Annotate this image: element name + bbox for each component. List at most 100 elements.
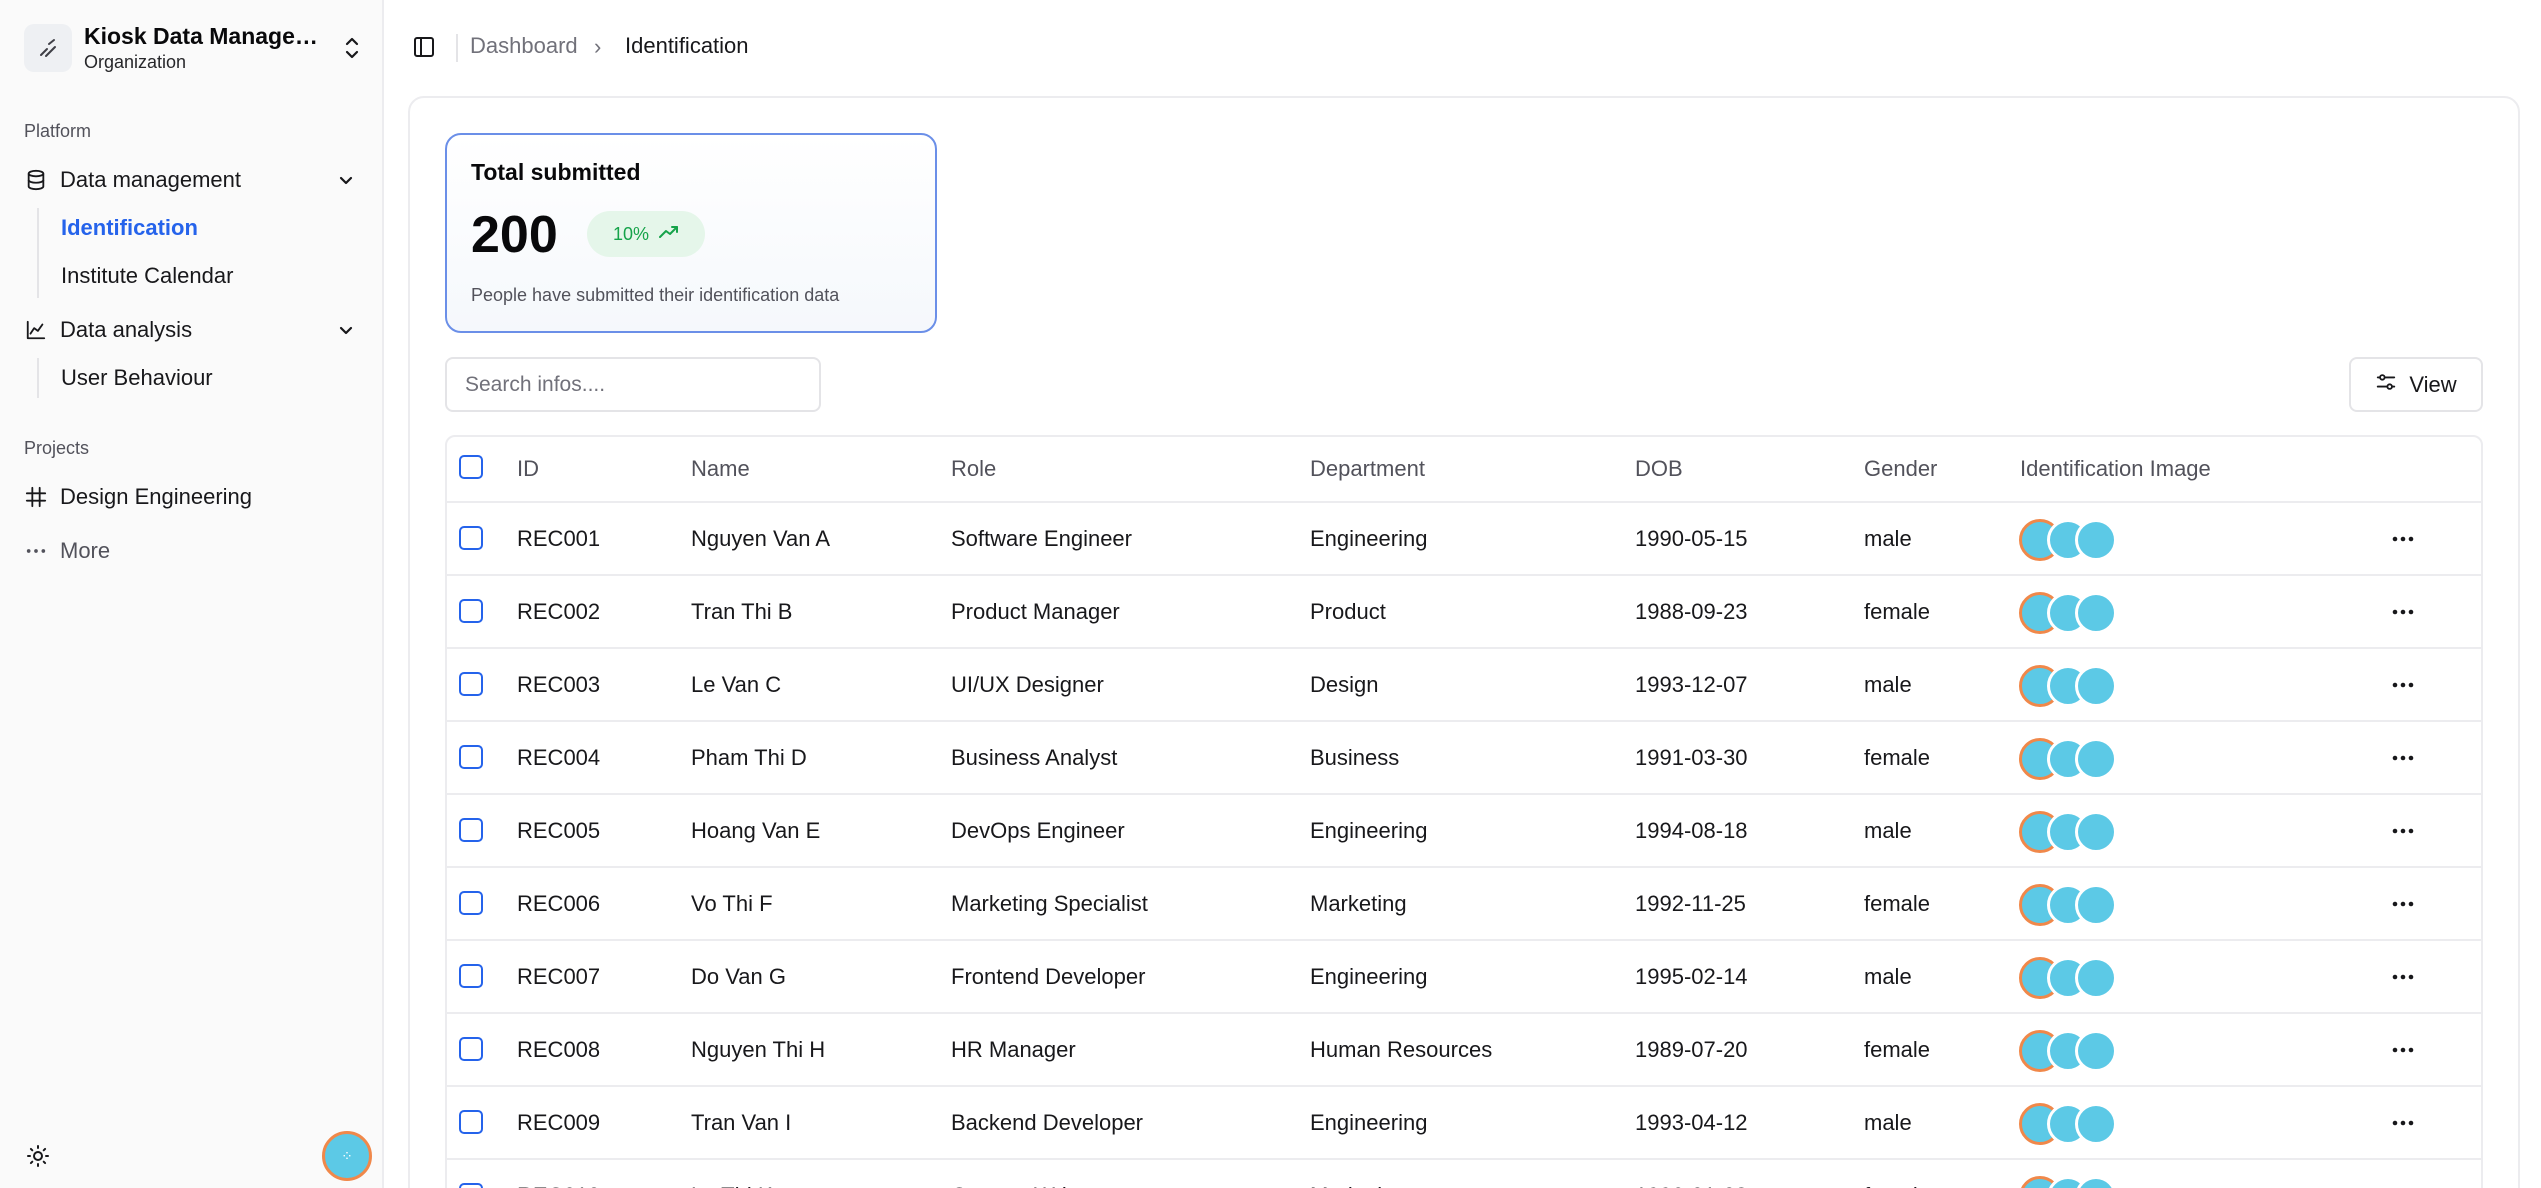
org-switcher[interactable]: Kiosk Data Management Organization bbox=[24, 22, 364, 74]
row-actions-more-icon[interactable] bbox=[2390, 892, 2416, 916]
cell-id: REC010 bbox=[517, 1160, 600, 1188]
identification-image-stack[interactable] bbox=[2019, 811, 2129, 853]
cell-department: Engineering bbox=[1310, 818, 1428, 843]
view-button-label: View bbox=[2409, 371, 2457, 397]
row-actions-more-icon[interactable] bbox=[2390, 819, 2416, 843]
identification-image-stack[interactable] bbox=[2019, 884, 2129, 926]
row-checkbox[interactable] bbox=[459, 1110, 483, 1134]
row-actions-more-icon[interactable] bbox=[2390, 673, 2416, 697]
view-button[interactable]: View bbox=[2349, 357, 2483, 412]
table-row[interactable]: REC010 Le Thi K Content Writer Marketing 199… bbox=[447, 1160, 2481, 1188]
cell-department: Engineering bbox=[1310, 1110, 1428, 1135]
row-checkbox[interactable] bbox=[459, 599, 483, 623]
identification-image-stack[interactable] bbox=[2019, 592, 2129, 634]
identification-image-stack[interactable] bbox=[2019, 519, 2129, 561]
row-actions-more-icon[interactable] bbox=[2390, 1184, 2416, 1188]
row-checkbox[interactable] bbox=[459, 526, 483, 550]
chevron-down-icon bbox=[334, 168, 358, 192]
cell-dob: 1991-03-30 bbox=[1635, 745, 1748, 770]
table-row[interactable]: REC007 Do Van G Frontend Developer Engineer… bbox=[447, 941, 2481, 1014]
column-header-id[interactable]: ID bbox=[517, 437, 539, 501]
table-row[interactable]: REC006 Vo Thi F Marketing Specialist Market… bbox=[447, 868, 2481, 941]
cell-gender: male bbox=[1864, 672, 1912, 697]
row-checkbox[interactable] bbox=[459, 818, 483, 842]
search-input[interactable] bbox=[445, 357, 821, 412]
table-row[interactable]: REC001 Nguyen Van A Software Engineer Engin… bbox=[447, 503, 2481, 576]
cell-department: Human Resources bbox=[1310, 1037, 1493, 1062]
table-row[interactable]: REC004 Pham Thi D Business Analyst Business… bbox=[447, 722, 2481, 795]
row-checkbox[interactable] bbox=[459, 964, 483, 988]
column-header-identification-image: Identification Image bbox=[2020, 456, 2211, 481]
nav-data-management-label: Data management bbox=[60, 167, 241, 192]
sidebar-item-institute-calendar[interactable]: Institute Calendar bbox=[61, 260, 233, 292]
row-checkbox[interactable] bbox=[459, 1037, 483, 1061]
identification-image-stack[interactable] bbox=[2019, 957, 2129, 999]
sun-icon[interactable] bbox=[26, 1144, 52, 1170]
cell-dob: 1989-07-20 bbox=[1635, 1037, 1748, 1062]
group-label-platform: Platform bbox=[24, 121, 92, 141]
cell-id: REC009 bbox=[517, 1110, 601, 1135]
column-header-department[interactable]: Department bbox=[1310, 437, 1425, 501]
cell-role: Marketing Specialist bbox=[951, 891, 1148, 916]
trending-up-icon bbox=[659, 224, 679, 245]
database-icon bbox=[24, 168, 48, 192]
identification-image-stack[interactable] bbox=[2019, 1103, 2129, 1145]
row-actions-more-icon[interactable] bbox=[2390, 1038, 2416, 1062]
row-checkbox[interactable] bbox=[459, 1183, 483, 1188]
cell-role: Content Writer bbox=[951, 1160, 1092, 1188]
table-row[interactable]: REC008 Nguyen Thi H HR Manager Human Resour… bbox=[447, 1014, 2481, 1087]
column-header-dob[interactable]: DOB bbox=[1635, 437, 1683, 501]
nav-data-analysis[interactable]: Data analysis bbox=[24, 310, 364, 350]
identification-image-stack[interactable] bbox=[2019, 738, 2129, 780]
cell-name: Pham Thi D bbox=[691, 745, 807, 770]
cell-role: DevOps Engineer bbox=[951, 818, 1125, 843]
row-actions-more-icon[interactable] bbox=[2390, 527, 2416, 551]
nav-data-management[interactable]: Data management bbox=[24, 160, 364, 200]
cell-role: Frontend Developer bbox=[951, 964, 1146, 989]
cell-id: REC008 bbox=[517, 1037, 601, 1062]
identification-image-thumbnail bbox=[2075, 811, 2117, 853]
cell-name: Do Van G bbox=[691, 964, 786, 989]
chevrons-up-down-icon bbox=[340, 33, 364, 63]
column-header-gender[interactable]: Gender bbox=[1864, 437, 1937, 501]
table-header: ID Name Role Department DOB Gender Ident… bbox=[447, 437, 2481, 503]
column-header-role[interactable]: Role bbox=[951, 437, 996, 501]
identification-image-stack[interactable] bbox=[2019, 1030, 2129, 1072]
cell-name: Le Van C bbox=[691, 672, 782, 697]
table-row[interactable]: REC002 Tran Thi B Product Manager Product 19… bbox=[447, 576, 2481, 649]
row-checkbox[interactable] bbox=[459, 745, 483, 769]
row-checkbox[interactable] bbox=[459, 672, 483, 696]
cell-dob: 1993-12-07 bbox=[1635, 672, 1748, 697]
sidebar-toggle-icon[interactable] bbox=[412, 35, 438, 61]
total-submitted-card: Total submitted 200 10% People have subm… bbox=[445, 133, 937, 333]
sidebar-item-user-behaviour[interactable]: User Behaviour bbox=[61, 362, 213, 394]
cell-dob: 1996-01-08 bbox=[1635, 1160, 1748, 1188]
chart-icon bbox=[24, 318, 48, 342]
identification-image-stack[interactable] bbox=[2019, 1176, 2129, 1188]
sidebar-item-identification[interactable]: Identification bbox=[61, 212, 198, 244]
cell-role: UI/UX Designer bbox=[951, 672, 1104, 697]
identification-image-thumbnail bbox=[2075, 519, 2117, 561]
more-horizontal-icon bbox=[24, 539, 48, 563]
select-all-checkbox[interactable] bbox=[459, 455, 483, 479]
user-avatar[interactable]: ⁘ bbox=[322, 1131, 372, 1181]
cell-id: REC001 bbox=[517, 526, 601, 551]
breadcrumb-dashboard[interactable]: Dashboard bbox=[470, 33, 578, 59]
identification-image-stack[interactable] bbox=[2019, 665, 2129, 707]
cell-role: Product Manager bbox=[951, 599, 1120, 624]
cell-gender: female bbox=[1864, 1037, 1931, 1062]
table-row[interactable]: REC003 Le Van C UI/UX Designer Design 1993-1… bbox=[447, 649, 2481, 722]
top-header: Dashboard › Identification bbox=[386, 0, 2541, 96]
group-label-projects: Projects bbox=[24, 438, 90, 458]
row-actions-more-icon[interactable] bbox=[2390, 1111, 2416, 1135]
column-header-name[interactable]: Name bbox=[691, 437, 750, 501]
table-row[interactable]: REC005 Hoang Van E DevOps Engineer Engineer… bbox=[447, 795, 2481, 868]
stat-change-value: 10% bbox=[612, 223, 650, 244]
row-actions-more-icon[interactable] bbox=[2390, 746, 2416, 770]
row-actions-more-icon[interactable] bbox=[2390, 600, 2416, 624]
table-row[interactable]: REC009 Tran Van I Backend Developer Enginee… bbox=[447, 1087, 2481, 1160]
project-design-engineering[interactable]: Design Engineering bbox=[24, 477, 364, 517]
more-button[interactable]: More bbox=[24, 531, 364, 571]
row-actions-more-icon[interactable] bbox=[2390, 965, 2416, 989]
row-checkbox[interactable] bbox=[459, 891, 483, 915]
